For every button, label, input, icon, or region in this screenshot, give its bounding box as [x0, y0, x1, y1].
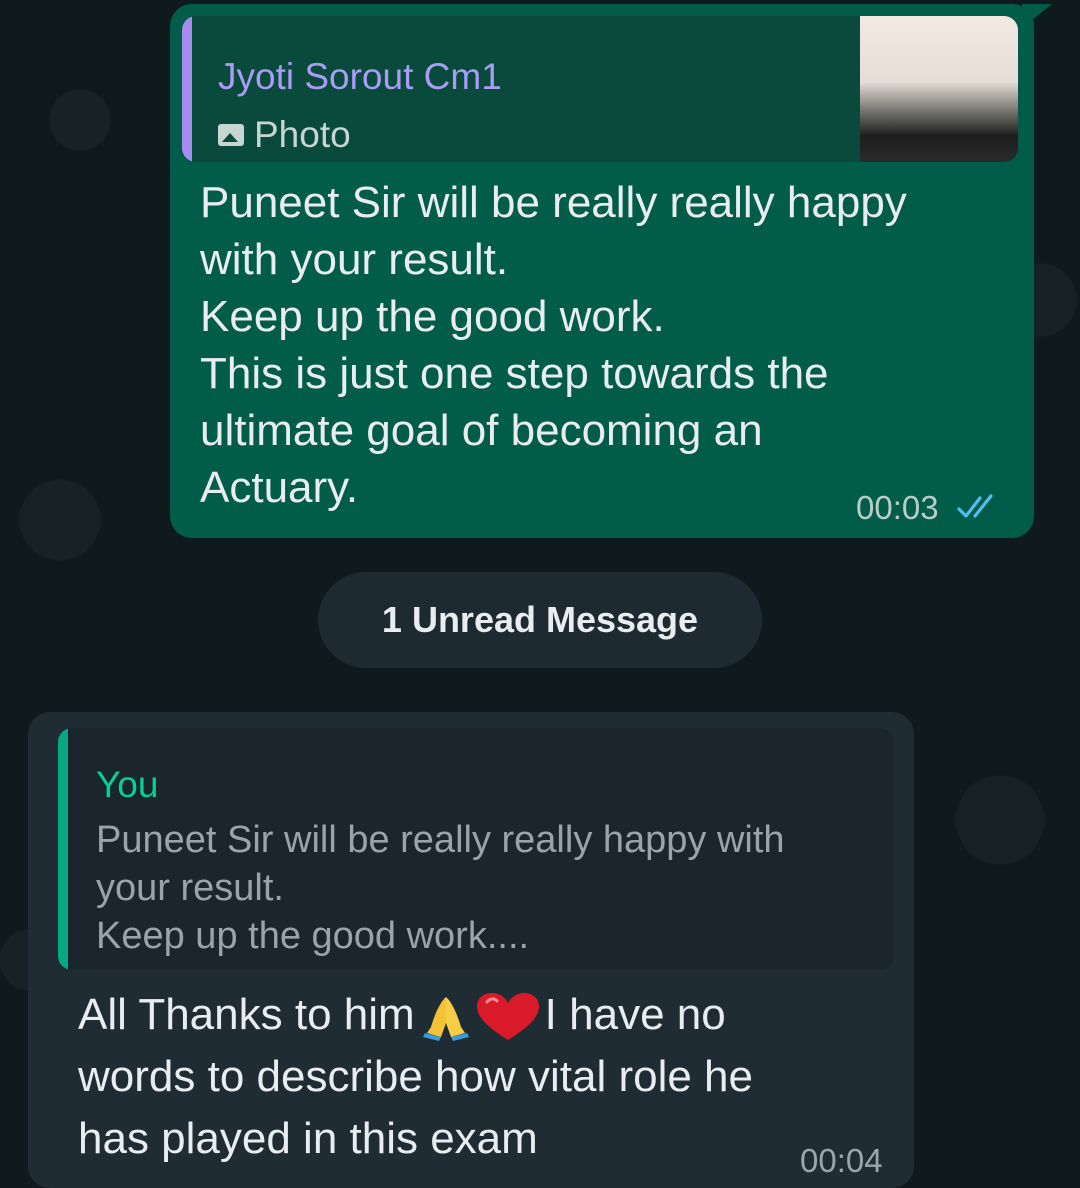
quoted-photo-thumbnail[interactable] [860, 16, 1018, 162]
message-line: Puneet Sir will be really really happy [200, 178, 907, 227]
message-fragment: I have no [544, 990, 726, 1039]
message-line: has played in this exam [78, 1114, 538, 1163]
incoming-message-bubble[interactable]: You Puneet Sir will be really really hap… [28, 712, 914, 1188]
double-check-icon [957, 494, 993, 518]
message-text: All Thanks to him I have no words to des… [78, 984, 858, 1170]
quoted-media-label: Photo [254, 114, 351, 155]
quote-accent-bar [58, 728, 68, 970]
quoted-author: You [96, 764, 159, 805]
quoted-line: Keep up the good work.... [96, 915, 530, 957]
outgoing-message-bubble[interactable]: Jyoti Sorout Cm1 Photo Puneet Sir will b… [170, 4, 1052, 538]
photo-icon [218, 124, 244, 146]
quoted-text: Puneet Sir will be really really happy w… [96, 816, 876, 960]
quoted-line: your result. [96, 867, 284, 909]
quoted-message[interactable]: Jyoti Sorout Cm1 Photo [182, 16, 1018, 162]
quoted-media-type: Photo [218, 114, 351, 156]
message-line: ultimate goal of becoming an [200, 406, 763, 455]
unread-messages-divider: 1 Unread Message [318, 572, 762, 668]
message-timestamp: 00:03 [856, 489, 939, 526]
message-line: This is just one step towards the [200, 349, 829, 398]
message-line: with your result. [200, 235, 509, 284]
quoted-line: Puneet Sir will be really really happy w… [96, 819, 785, 861]
message-line: Keep up the good work. [200, 292, 665, 341]
quoted-message[interactable]: You Puneet Sir will be really really hap… [58, 728, 894, 970]
message-line: All Thanks to him I have no [78, 984, 858, 1046]
quoted-author: Jyoti Sorout Cm1 [218, 56, 502, 97]
message-fragment: All Thanks to him [78, 990, 415, 1039]
message-timestamp: 00:04 [800, 1142, 883, 1179]
red-heart-icon [476, 993, 539, 1041]
unread-label: 1 Unread Message [381, 599, 699, 640]
quote-accent-bar [182, 16, 192, 162]
message-text: Puneet Sir will be really really happy w… [200, 174, 1000, 516]
message-line: words to describe how vital role he [78, 1052, 753, 1101]
folded-hands-icon [422, 997, 469, 1042]
